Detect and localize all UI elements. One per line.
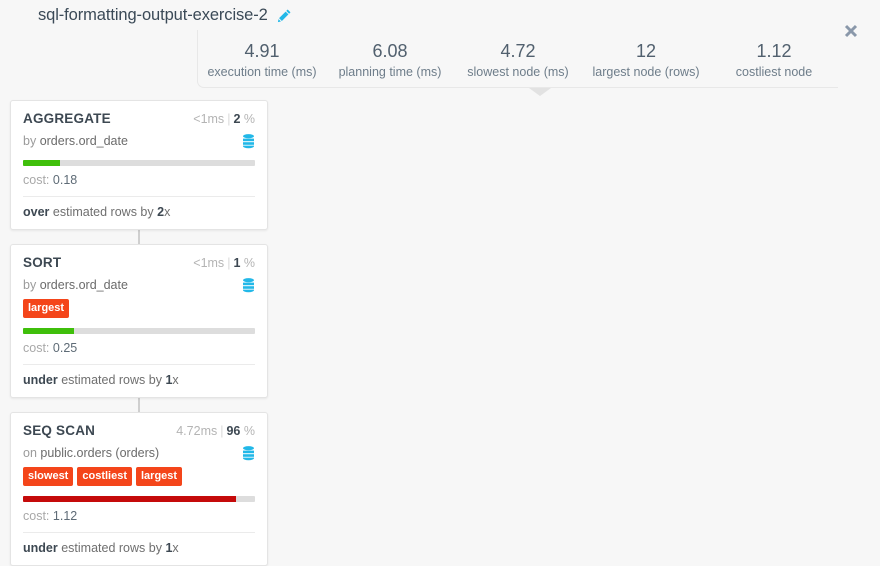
- node-cost-label: cost:: [23, 173, 50, 187]
- node-cost-label: cost:: [23, 341, 50, 355]
- node-badges: slowest costliest largest: [23, 467, 255, 486]
- plan-stats-panel: 4.91 execution time (ms) 6.08 planning t…: [197, 30, 838, 88]
- node-estimate-factor: 1: [165, 541, 173, 555]
- node-time: <1ms: [193, 256, 225, 270]
- node-estimate-suffix: x: [164, 205, 171, 219]
- plan-connector: [138, 398, 140, 412]
- node-cost-value: 0.25: [52, 341, 78, 355]
- node-relation: on public.orders (orders): [23, 444, 159, 462]
- node-type: SEQ SCAN: [23, 423, 96, 438]
- database-icon: [242, 277, 255, 293]
- node-percent-sign: %: [243, 256, 255, 270]
- stat-value: 6.08: [372, 41, 408, 61]
- node-cost-label: cost:: [23, 509, 50, 523]
- node-percent-value: 2: [233, 112, 241, 126]
- stat-value: 4.72: [500, 41, 536, 61]
- node-estimate-text: estimated rows by: [61, 541, 162, 555]
- plan-node-seq-scan[interactable]: SEQ SCAN 4.72ms | 96 % on public.orders (o…: [10, 412, 268, 566]
- node-metric-separator: |: [227, 256, 231, 270]
- stat-slowest-node: 4.72 slowest node (ms): [454, 30, 582, 81]
- node-metrics: <1ms | 1 %: [193, 255, 255, 272]
- node-relation: by orders.ord_date: [23, 132, 128, 150]
- stat-execution-time: 4.91 execution time (ms): [198, 30, 326, 81]
- pencil-icon[interactable]: [277, 8, 292, 23]
- node-cost-row: cost: 0.25: [23, 334, 255, 364]
- badge-largest: largest: [23, 299, 70, 318]
- node-relation-row: by orders.ord_date: [23, 276, 255, 294]
- stat-costliest-node: 1.12 costliest node: [710, 30, 838, 81]
- node-cost-row: cost: 0.18: [23, 166, 255, 196]
- node-estimate-suffix: x: [172, 541, 179, 555]
- node-header: SEQ SCAN 4.72ms | 96 %: [23, 422, 255, 440]
- node-relation-name: orders.ord_date: [39, 134, 128, 148]
- node-estimate-row: under estimated rows by 1x: [23, 364, 255, 397]
- plan-node-aggregate[interactable]: AGGREGATE <1ms | 2 % by orders.ord_date co…: [10, 100, 268, 230]
- stat-value: 4.91: [244, 41, 280, 61]
- plan-tree: AGGREGATE <1ms | 2 % by orders.ord_date co…: [0, 100, 290, 566]
- node-badges: largest: [23, 299, 255, 318]
- node-relation-name: orders.ord_date: [39, 278, 128, 292]
- plan-connector: [138, 230, 140, 244]
- node-cost-value: 1.12: [52, 509, 78, 523]
- node-estimate-text: estimated rows by: [52, 205, 154, 219]
- plan-title-row: sql-formatting-output-exercise-2: [0, 0, 880, 30]
- stat-label: slowest node (ms): [467, 65, 569, 79]
- node-estimate-direction: under: [23, 373, 58, 387]
- node-percent-sign: %: [243, 112, 255, 126]
- node-cost-row: cost: 1.12: [23, 502, 255, 532]
- node-percent-sign: %: [243, 424, 255, 438]
- database-icon: [242, 445, 255, 461]
- stat-planning-time: 6.08 planning time (ms): [326, 30, 454, 81]
- stat-value: 1.12: [756, 41, 792, 61]
- stat-value: 12: [635, 41, 657, 61]
- node-estimate-row: over estimated rows by 2x: [23, 196, 255, 229]
- node-percent-value: 96: [226, 424, 241, 438]
- node-estimate-direction: over: [23, 205, 50, 219]
- badge-slowest: slowest: [23, 467, 74, 486]
- node-time: 4.72ms: [176, 424, 218, 438]
- node-header: AGGREGATE <1ms | 2 %: [23, 110, 255, 128]
- node-percent-value: 1: [233, 256, 241, 270]
- node-cost-value: 0.18: [52, 173, 78, 187]
- node-header: SORT <1ms | 1 %: [23, 254, 255, 272]
- stat-label: execution time (ms): [207, 65, 317, 79]
- node-relation-name: public.orders (orders): [40, 446, 160, 460]
- page-title: sql-formatting-output-exercise-2: [38, 5, 268, 24]
- node-estimate-row: under estimated rows by 1x: [23, 532, 255, 565]
- node-metrics: <1ms | 2 %: [193, 111, 255, 128]
- close-icon[interactable]: [842, 22, 860, 40]
- node-metric-separator: |: [227, 112, 231, 126]
- node-type: AGGREGATE: [23, 111, 111, 126]
- stat-label: costliest node: [735, 65, 813, 79]
- stats-caret-down-icon: [529, 88, 551, 96]
- plan-node-sort[interactable]: SORT <1ms | 1 % by orders.ord_date largest: [10, 244, 268, 398]
- node-relation-prefix: by: [23, 134, 37, 148]
- node-relation: by orders.ord_date: [23, 276, 128, 294]
- node-relation-row: by orders.ord_date: [23, 132, 255, 150]
- node-relation-row: on public.orders (orders): [23, 444, 255, 462]
- stat-label: largest node (rows): [592, 65, 700, 79]
- node-relation-prefix: on: [23, 446, 37, 460]
- stat-label: planning time (ms): [338, 65, 442, 79]
- badge-largest: largest: [136, 467, 183, 486]
- database-icon: [242, 133, 255, 149]
- node-metrics: 4.72ms | 96 %: [176, 423, 255, 440]
- node-estimate-text: estimated rows by: [61, 373, 162, 387]
- node-estimate-direction: under: [23, 541, 58, 555]
- node-estimate-suffix: x: [172, 373, 179, 387]
- node-type: SORT: [23, 255, 62, 270]
- node-relation-prefix: by: [23, 278, 37, 292]
- stat-largest-node: 12 largest node (rows): [582, 30, 710, 81]
- node-metric-separator: |: [220, 424, 224, 438]
- badge-costliest: costliest: [77, 467, 132, 486]
- node-time: <1ms: [193, 112, 225, 126]
